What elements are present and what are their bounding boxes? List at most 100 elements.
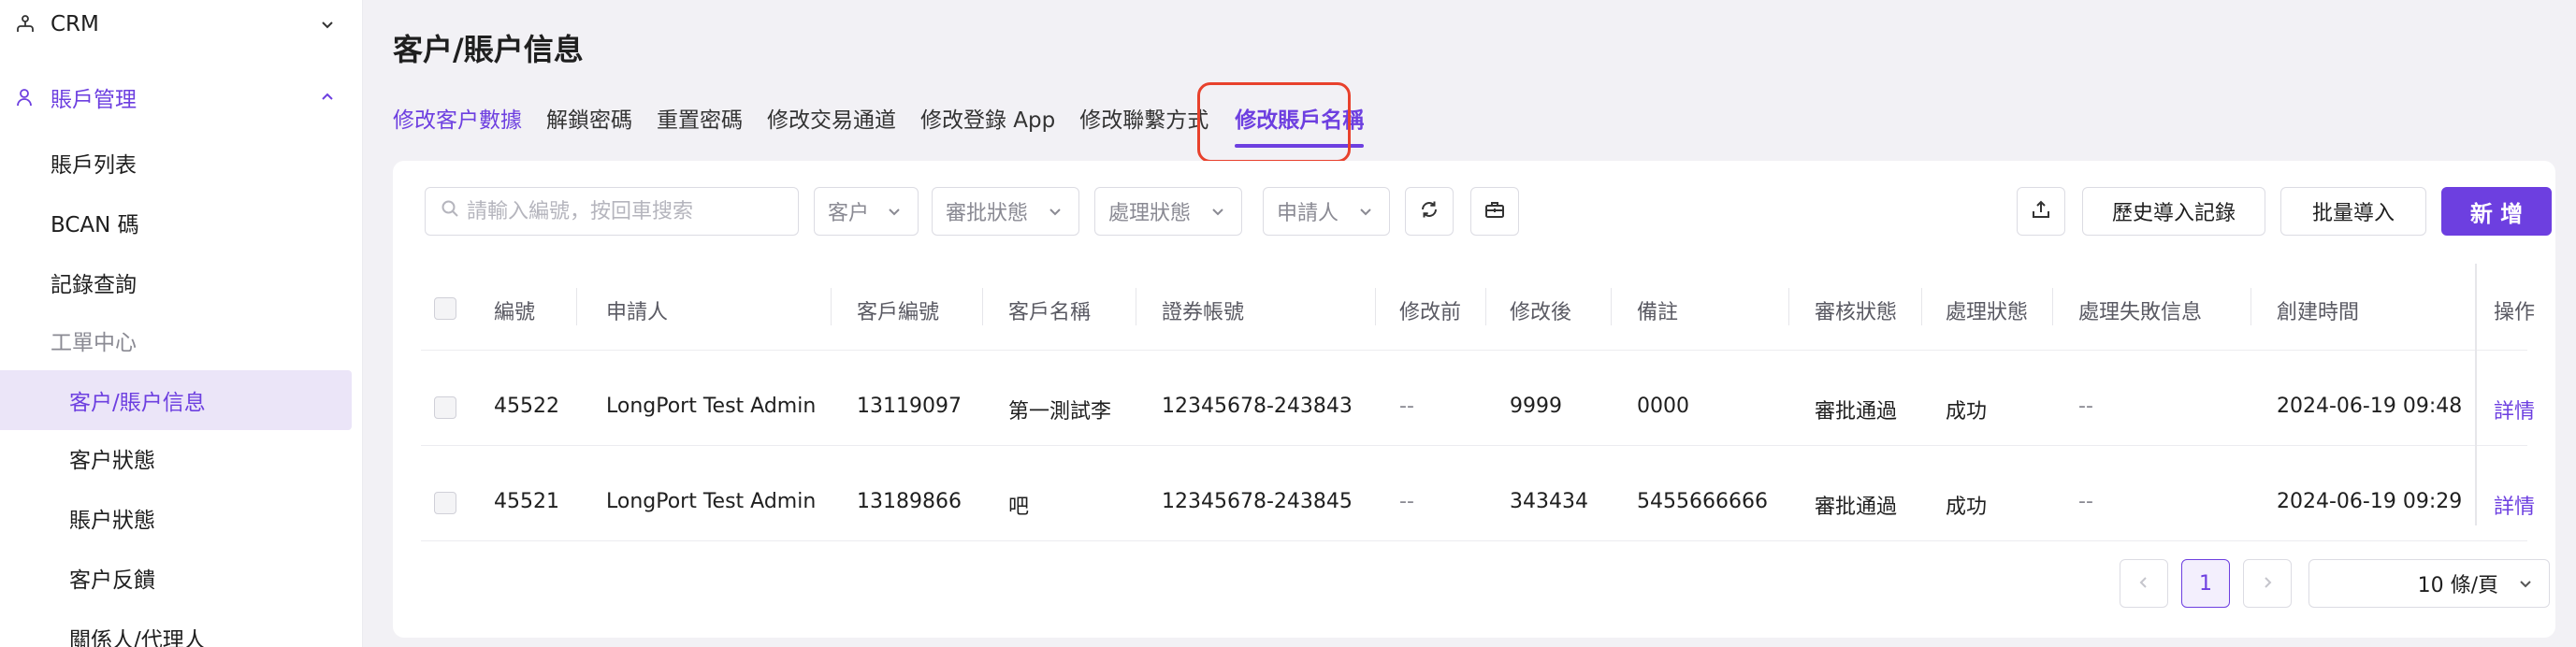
tab-bar: 修改客户數據 解鎖密碼 重置密碼 修改交易通道 修改登錄 App 修改聯繫方式 … <box>393 92 1388 148</box>
column-divider <box>576 288 577 325</box>
chevron-left-icon <box>2136 572 2151 596</box>
sidebar-item-label: 客户反饋 <box>69 568 155 593</box>
sidebar-group-account-management[interactable]: 賬戶管理 <box>0 69 352 125</box>
cell-before: -- <box>1399 490 1414 513</box>
cell-id: 45522 <box>494 395 559 418</box>
sidebar-item-ticket-center[interactable]: 工單中心 <box>0 312 352 368</box>
import-history-button[interactable]: 歷史導入記錄 <box>2082 187 2265 236</box>
column-header: 編號 <box>494 301 536 324</box>
tab-edit-account-name[interactable]: 修改賬戶名稱 <box>1235 99 1365 148</box>
search-icon <box>441 199 459 223</box>
sidebar-item-bcan[interactable]: BCAN 碼 <box>0 194 352 251</box>
filter-applicant-select[interactable]: 申請人 <box>1263 187 1390 236</box>
page-size-label: 10 條/頁 <box>2417 574 2498 597</box>
cell-process-status: 成功 <box>1946 496 1988 519</box>
sidebar-item-customer-account-info[interactable]: 客户/賬户信息 <box>0 370 352 430</box>
content-card: 客户 審批狀態 處理狀態 申請人 <box>393 161 2555 638</box>
cell-created-time: 2024-06-19 09:29 <box>2277 490 2463 513</box>
column-divider <box>1788 288 1789 325</box>
sidebar-item-account-status[interactable]: 賬户狀態 <box>0 490 352 546</box>
cell-failure-info: -- <box>2078 395 2093 418</box>
filter-process-status-select[interactable]: 處理狀態 <box>1094 187 1242 236</box>
user-icon <box>13 85 37 109</box>
tab-unlock-password[interactable]: 解鎖密碼 <box>546 99 632 137</box>
prev-page-button[interactable] <box>2120 559 2168 608</box>
column-header: 操作 <box>2494 301 2536 324</box>
chevron-right-icon <box>2260 572 2275 596</box>
column-header: 申請人 <box>606 301 669 324</box>
cell-applicant: LongPort Test Admin <box>606 490 817 513</box>
export-button[interactable] <box>2017 187 2065 236</box>
row-divider <box>421 445 2527 446</box>
fixed-column-divider <box>2475 264 2477 525</box>
column-divider <box>831 288 832 325</box>
add-new-button[interactable]: 新 增 <box>2441 187 2552 236</box>
column-divider <box>1375 288 1376 325</box>
column-divider <box>2250 288 2251 325</box>
sidebar-item-label: 客户/賬户信息 <box>69 391 206 415</box>
chevron-down-icon <box>884 201 904 222</box>
tab-edit-trading-channel[interactable]: 修改交易通道 <box>767 99 896 137</box>
tab-edit-customer-data[interactable]: 修改客户數據 <box>393 99 522 137</box>
page-number-button[interactable]: 1 <box>2181 559 2230 608</box>
refresh-button[interactable] <box>1405 187 1454 236</box>
search-box[interactable] <box>425 187 799 236</box>
sidebar-item-label: 工單中心 <box>51 331 137 355</box>
sidebar-item-label: 客户狀態 <box>69 449 155 473</box>
refresh-icon <box>1418 198 1440 224</box>
toolbar: 客户 審批狀態 處理狀態 申請人 <box>425 187 2552 236</box>
page-size-select[interactable]: 10 條/頁 <box>2308 559 2550 608</box>
sidebar-item-related-party[interactable]: 關係人/代理人 <box>0 610 352 647</box>
column-header: 客戶編號 <box>857 301 940 324</box>
cell-customer-no: 13119097 <box>857 395 962 418</box>
details-link[interactable]: 詳情 <box>2494 395 2535 424</box>
search-input[interactable] <box>467 199 775 223</box>
select-all-checkbox[interactable] <box>434 297 456 320</box>
filter-label: 客户 <box>828 202 870 225</box>
filter-label: 處理狀態 <box>1108 202 1192 225</box>
sidebar-item-label: 關係人/代理人 <box>69 628 206 647</box>
export-icon <box>2030 198 2052 224</box>
tab-reset-password[interactable]: 重置密碼 <box>657 99 743 137</box>
row-checkbox[interactable] <box>434 396 456 419</box>
column-header: 客戶名稱 <box>1008 301 1092 324</box>
column-header: 審核狀態 <box>1815 301 1898 324</box>
cell-remark: 0000 <box>1637 395 1689 418</box>
cell-customer-name: 吧 <box>1008 496 1030 519</box>
sidebar-group-crm[interactable]: CRM <box>0 0 352 52</box>
toolbox-button[interactable] <box>1470 187 1519 236</box>
page-title: 客户/賬户信息 <box>393 32 584 67</box>
column-divider <box>1921 288 1922 325</box>
cell-approval-status: 審批通過 <box>1815 400 1898 424</box>
tab-edit-login-app[interactable]: 修改登錄 App <box>920 99 1055 137</box>
toolbox-icon <box>1483 198 1506 224</box>
filter-approval-status-select[interactable]: 審批狀態 <box>932 187 1079 236</box>
cell-securities-account: 12345678-243845 <box>1162 490 1353 513</box>
cell-created-time: 2024-06-19 09:48 <box>2277 395 2463 418</box>
cell-applicant: LongPort Test Admin <box>606 395 817 418</box>
filter-customer-select[interactable]: 客户 <box>814 187 919 236</box>
column-divider <box>2052 288 2053 325</box>
details-link[interactable]: 詳情 <box>2494 490 2535 520</box>
column-divider <box>1485 288 1486 325</box>
org-chart-icon <box>13 12 37 36</box>
filter-label: 審批狀態 <box>946 202 1029 225</box>
cell-customer-name: 第一測試李 <box>1008 400 1112 424</box>
column-header: 修改前 <box>1399 301 1462 324</box>
cell-after: 9999 <box>1510 395 1562 418</box>
row-divider <box>421 350 2527 351</box>
batch-import-button[interactable]: 批量導入 <box>2280 187 2426 236</box>
next-page-button[interactable] <box>2243 559 2292 608</box>
cell-id: 45521 <box>494 490 559 513</box>
chevron-down-icon <box>1355 201 1376 222</box>
sidebar-item-record-query[interactable]: 記錄查詢 <box>0 254 352 310</box>
row-checkbox[interactable] <box>434 492 456 514</box>
sidebar-item-customer-status[interactable]: 客户狀態 <box>0 430 352 486</box>
sidebar-item-customer-feedback[interactable]: 客户反饋 <box>0 550 352 606</box>
cell-approval-status: 審批通過 <box>1815 496 1898 519</box>
chevron-down-icon <box>316 13 339 36</box>
sidebar-item-account-list[interactable]: 賬戶列表 <box>0 135 352 191</box>
chevron-down-icon <box>2515 573 2536 599</box>
cell-before: -- <box>1399 395 1414 418</box>
tab-edit-contact[interactable]: 修改聯繫方式 <box>1079 99 1208 137</box>
